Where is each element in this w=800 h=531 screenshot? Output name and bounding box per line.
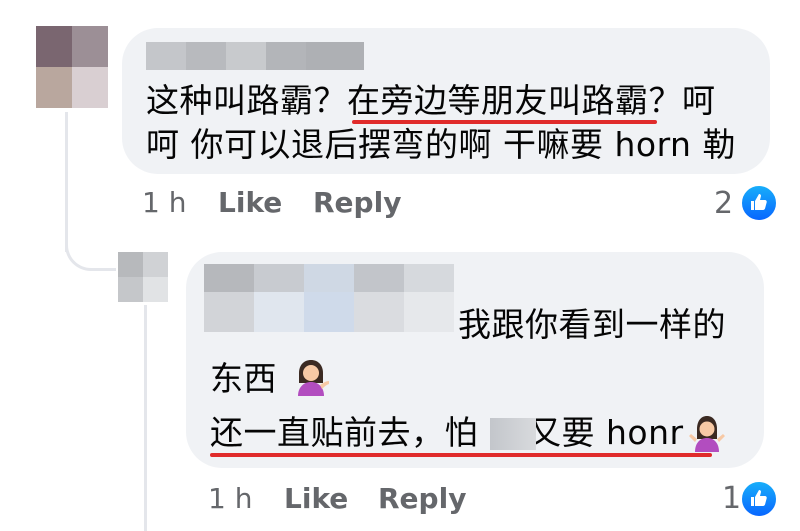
- reply-text-line3: 还一直贴前去，怕 又要 honr: [210, 413, 684, 452]
- replier-name-redacted-2: [204, 292, 454, 332]
- comment-timestamp[interactable]: 1 h: [142, 186, 186, 219]
- comment-text-line2: 呵 你可以退后摆弯的啊 干嘛要 horn 勒: [146, 125, 736, 164]
- reply-link[interactable]: Reply: [378, 482, 466, 515]
- comment-text-line1: 这种叫路霸？在旁边等朋友叫路霸？呵: [146, 81, 716, 120]
- replier-name-redacted[interactable]: [204, 264, 454, 292]
- like-link[interactable]: Like: [284, 482, 348, 515]
- avatar[interactable]: [36, 26, 108, 108]
- reaction-count[interactable]: 2: [714, 186, 733, 221]
- reply-text-line1: 我跟你看到一样的: [458, 305, 726, 344]
- like-link[interactable]: Like: [218, 186, 282, 219]
- avatar[interactable]: [118, 252, 168, 302]
- woman-tipping-hand-emoji: [290, 354, 332, 396]
- reply-timestamp[interactable]: 1 h: [208, 482, 252, 515]
- thumbs-up-icon[interactable]: [740, 480, 778, 518]
- reply-thread-line: [144, 305, 147, 531]
- reply-link[interactable]: Reply: [313, 186, 401, 219]
- woman-shrugging-emoji: [686, 410, 728, 452]
- highlight-underline: [210, 453, 712, 457]
- censored-word: [490, 418, 536, 450]
- thumbs-up-icon[interactable]: [740, 184, 778, 222]
- thread-branch-line: [65, 220, 116, 271]
- reaction-count[interactable]: 1: [722, 481, 741, 516]
- reply-text-line2: 东西: [210, 359, 277, 398]
- commenter-name-redacted[interactable]: [146, 42, 364, 70]
